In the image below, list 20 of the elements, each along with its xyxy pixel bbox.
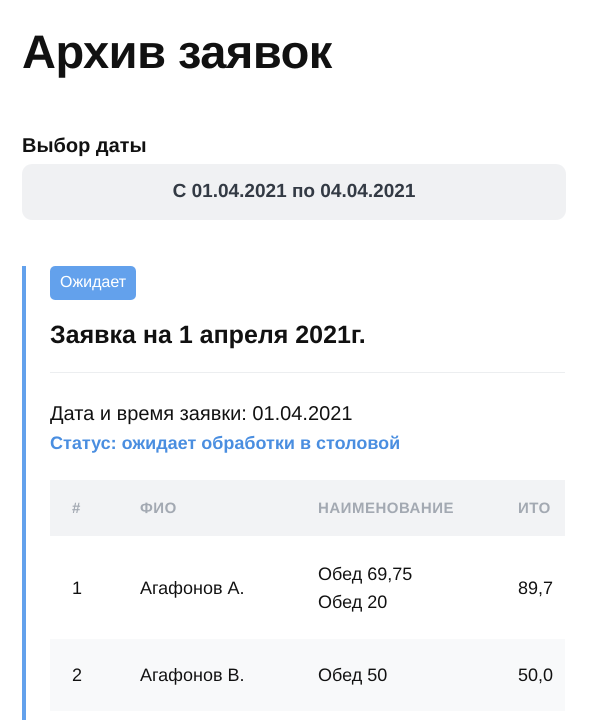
table-cell-text: 2	[71, 664, 84, 687]
order-date: Дата и время заявки: 01.04.2021	[50, 402, 354, 427]
column-header: #	[71, 500, 82, 516]
table-cell-text: Обед 50	[318, 664, 388, 687]
status-badge: Ожидает	[50, 266, 136, 300]
table-cell-text: 89,7	[517, 576, 554, 600]
column-header: НАИМЕНОВАНИЕ	[317, 500, 455, 516]
table-cell-text: 50,0	[517, 664, 554, 687]
table-cell-text: Обед 20	[318, 590, 388, 614]
table-cell-text: Агафонов В.	[139, 664, 246, 687]
order-title: Заявка на 1 апреля 2021г.	[50, 320, 367, 350]
column-header: ФИО	[139, 500, 178, 516]
column-header: ИТО	[517, 500, 552, 516]
table-cell-text: Обед 69,75	[318, 562, 414, 586]
date-range-button[interactable]: С 01.04.2021 по 04.04.2021	[22, 164, 566, 220]
table-cell-text: Агафонов А.	[139, 576, 246, 600]
page-title: Архив заявок	[22, 24, 334, 80]
table-cell-text: 1	[71, 576, 84, 600]
date-picker-label: Выбор даты	[22, 134, 148, 158]
order-status: Статус: ожидает обработки в столовой	[50, 432, 402, 455]
